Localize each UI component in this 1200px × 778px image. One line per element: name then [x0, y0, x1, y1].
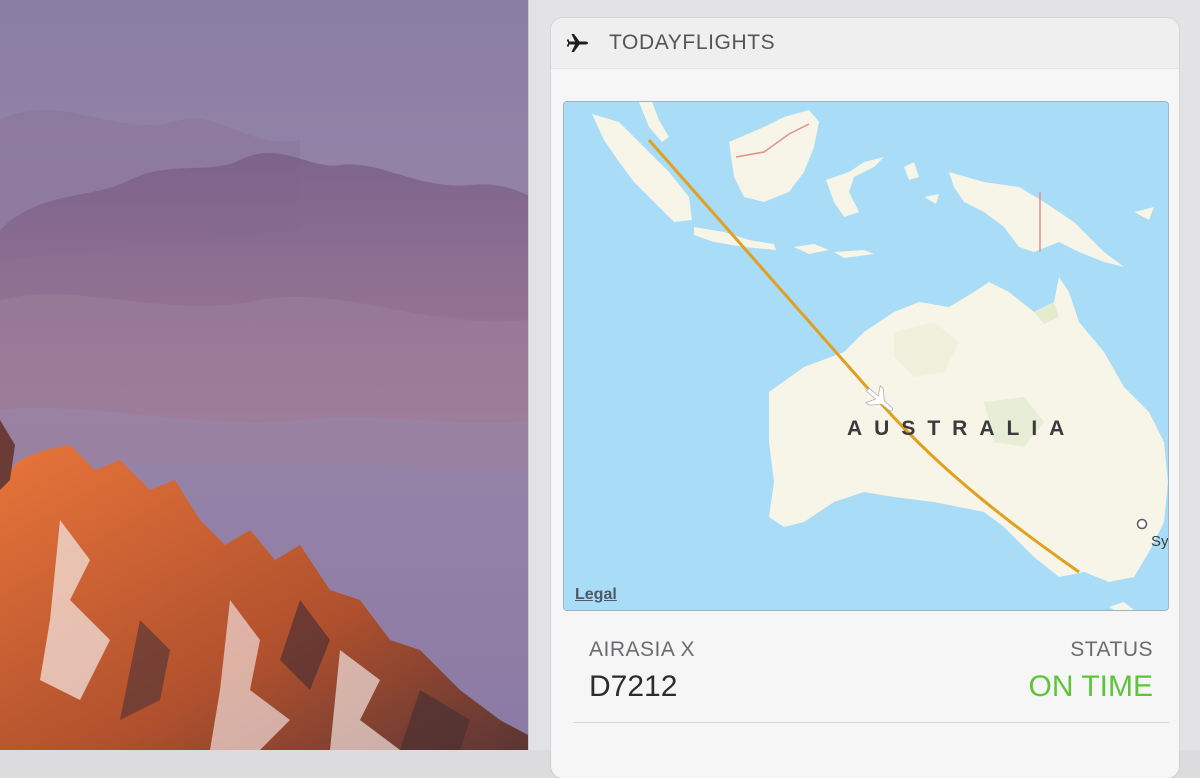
todayflights-widget: TODAYFLIGHTS Sy AUSTRALIA Legal AIRASIA …: [551, 18, 1179, 778]
mountain-landscape-image: [0, 0, 528, 750]
city-label: Sy: [1151, 533, 1168, 550]
country-label: AUSTRALIA: [847, 417, 1077, 440]
airplane-icon: [565, 30, 591, 56]
city-marker-icon[interactable]: [1136, 518, 1148, 530]
map-canvas[interactable]: Sy: [564, 102, 1168, 610]
status-value: ON TIME: [1028, 670, 1153, 703]
airline-name: AIRASIA X: [589, 638, 696, 661]
flight-number: D7212: [589, 670, 678, 703]
divider: [573, 722, 1169, 723]
legal-link[interactable]: Legal: [575, 586, 617, 604]
widget-title: TODAYFLIGHTS: [609, 31, 776, 54]
flight-map[interactable]: Sy AUSTRALIA Legal: [563, 101, 1169, 611]
desktop-wallpaper: [0, 0, 528, 750]
widget-header[interactable]: TODAYFLIGHTS: [551, 18, 1179, 69]
notification-center-panel: TODAYFLIGHTS Sy AUSTRALIA Legal AIRASIA …: [528, 0, 1200, 778]
status-label: STATUS: [1070, 638, 1153, 661]
